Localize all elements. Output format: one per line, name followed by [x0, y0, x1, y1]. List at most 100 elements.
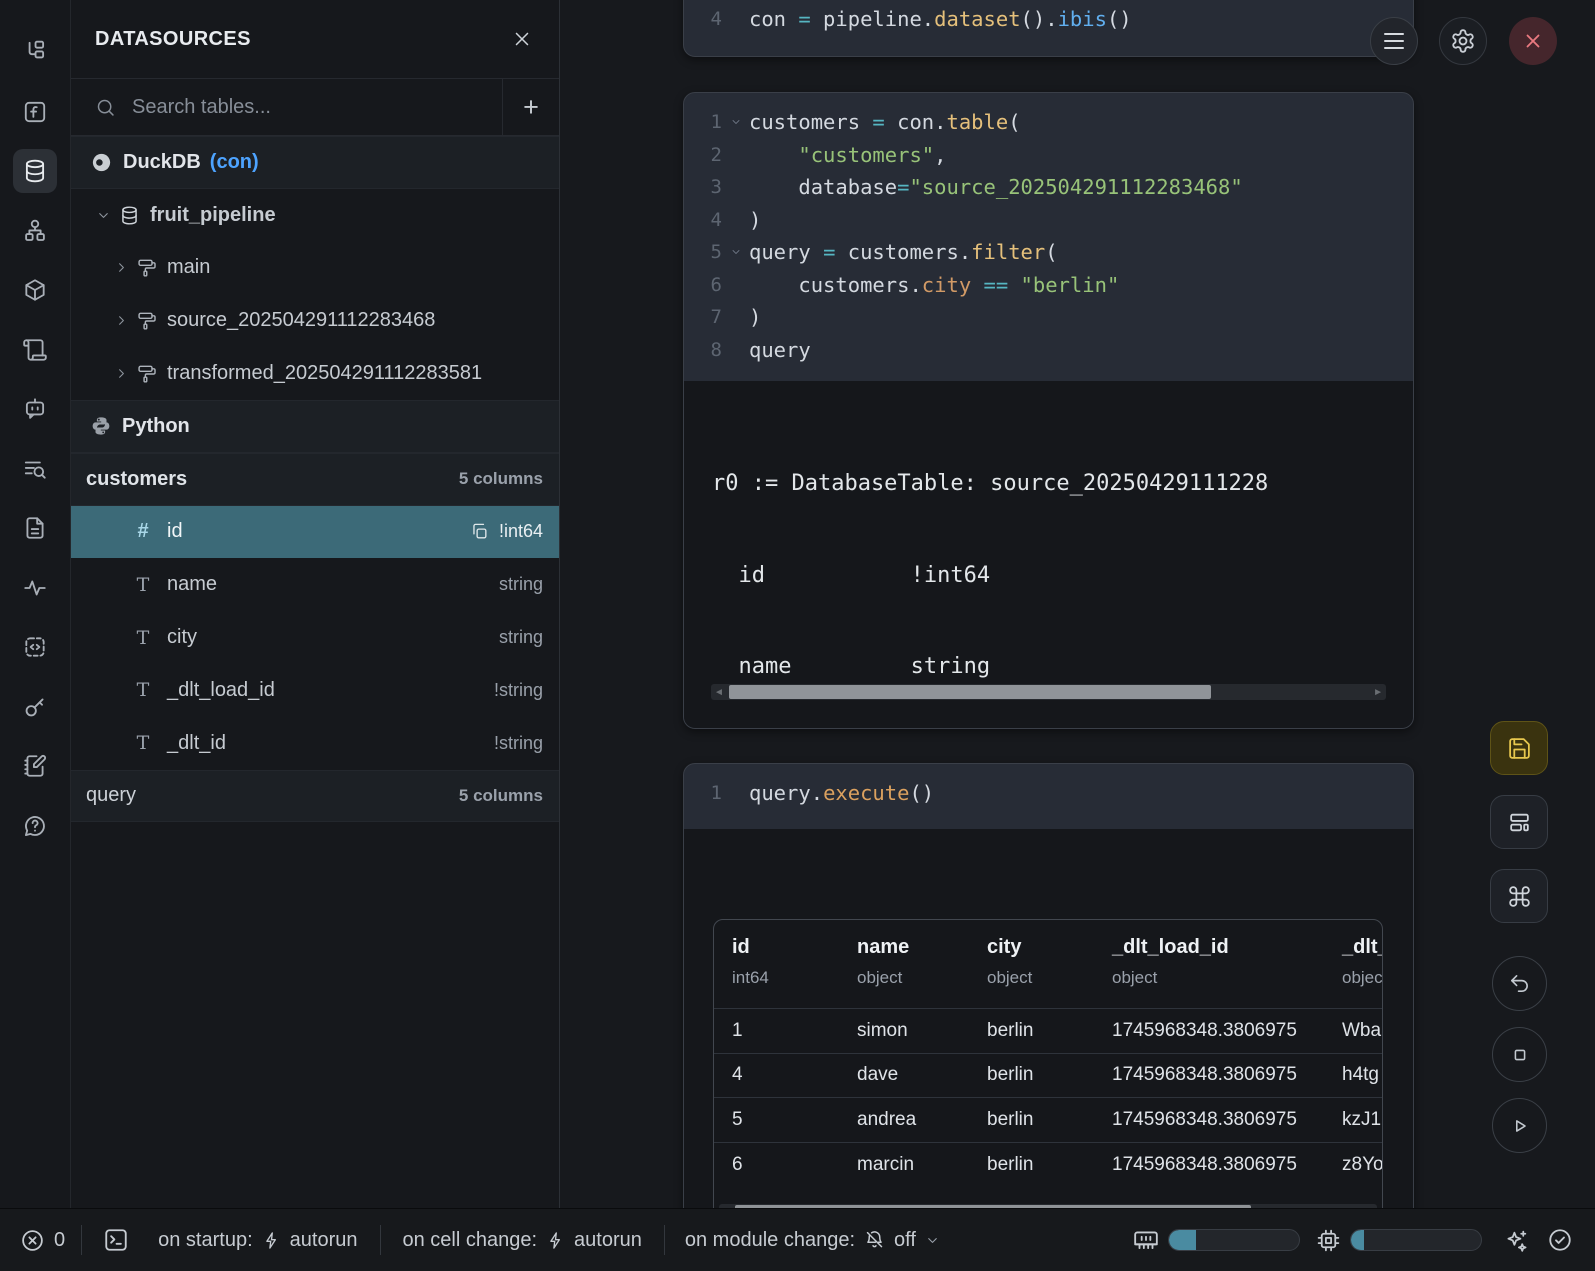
table-row[interactable]: 4daveberlin1745968348.3806975h4tg	[714, 1053, 1382, 1098]
table-row[interactable]: 1simonberlin1745968348.3806975Wba	[714, 1008, 1382, 1053]
notebook-canvas: 3 pipeline = dlt.attach("fruit_pipeline"…	[560, 0, 1595, 1208]
column-row-name[interactable]: T name string	[71, 558, 559, 611]
text-type-icon: T	[133, 732, 153, 754]
horizontal-scrollbar[interactable]: ◄ ►	[711, 684, 1386, 700]
error-counter[interactable]: 0	[20, 1228, 65, 1253]
python-section-row[interactable]: Python	[71, 400, 559, 453]
cpu-meter-fill	[1351, 1230, 1364, 1250]
on-module-change-setting[interactable]: on module change: off	[685, 1229, 940, 1252]
column-header[interactable]: _dlt_load_id	[1112, 936, 1229, 959]
memory-icon	[1133, 1227, 1159, 1253]
panel-close-icon[interactable]	[511, 28, 533, 50]
terminal-button[interactable]	[103, 1227, 129, 1253]
command-icon	[1507, 884, 1532, 909]
connection-status-button[interactable]	[1547, 1227, 1573, 1253]
settings-button[interactable]	[1439, 17, 1487, 65]
copy-icon[interactable]	[470, 522, 489, 541]
scroll-icon[interactable]	[13, 328, 57, 372]
fold-chevron-icon[interactable]	[722, 116, 749, 128]
connection-engine: DuckDB	[123, 151, 201, 174]
python-section-label: Python	[122, 415, 190, 438]
ai-chat-icon[interactable]	[13, 387, 57, 431]
lightning-icon	[546, 1231, 565, 1250]
panel-header: DATASOURCES	[71, 0, 559, 79]
column-count-badge: 5 columns	[459, 469, 543, 489]
help-icon[interactable]	[13, 804, 57, 848]
search-icon	[95, 97, 116, 118]
run-button[interactable]	[1492, 1098, 1547, 1153]
schema-icon	[137, 364, 157, 384]
fold-chevron-icon[interactable]	[722, 246, 749, 258]
panel-title: DATASOURCES	[95, 28, 251, 51]
code-cell-3[interactable]: 1 query.execute() id int64 name object c…	[683, 763, 1414, 1208]
activity-icon[interactable]	[13, 566, 57, 610]
column-header[interactable]: city	[987, 936, 1021, 959]
text-type-icon: T	[133, 574, 153, 596]
key-icon[interactable]	[13, 685, 57, 729]
tree-item-database[interactable]: fruit_pipeline	[71, 189, 559, 242]
undo-button[interactable]	[1492, 956, 1547, 1011]
table-row[interactable]: 5andreaberlin1745968348.3806975kzJ1	[714, 1097, 1382, 1142]
search-input[interactable]	[130, 95, 502, 120]
cpu-usage[interactable]	[1316, 1228, 1482, 1253]
tree-item-schema[interactable]: main	[71, 242, 559, 295]
on-startup-value: autorun	[290, 1229, 358, 1252]
notebook-menu-button[interactable]	[1370, 17, 1418, 65]
snippets-icon[interactable]	[13, 506, 57, 550]
scroll-left-arrow-icon[interactable]: ◄	[714, 684, 724, 700]
workflow-icon[interactable]	[13, 209, 57, 253]
add-datasource-button[interactable]: +	[502, 79, 559, 135]
column-dtype: object	[1112, 968, 1157, 988]
memory-usage[interactable]	[1133, 1227, 1300, 1253]
scrollbar-thumb[interactable]	[729, 685, 1211, 699]
command-palette-button[interactable]	[1490, 869, 1548, 923]
on-cell-change-setting[interactable]: on cell change: autorun	[402, 1229, 641, 1252]
cell-output-expression: r0 := DatabaseTable: source_202504291112…	[684, 381, 1413, 728]
database-icon[interactable]	[13, 149, 57, 193]
column-dtype: object	[1342, 968, 1383, 988]
column-header[interactable]: _dlt_id	[1342, 936, 1383, 959]
column-row-city[interactable]: T city string	[71, 611, 559, 664]
table-row[interactable]: 6marcinberlin1745968348.3806975z8Yo	[714, 1142, 1382, 1187]
on-startup-setting[interactable]: on startup: autorun	[158, 1229, 357, 1252]
code-cell-1[interactable]: 3 pipeline = dlt.attach("fruit_pipeline"…	[683, 0, 1414, 57]
connection-row[interactable]: DuckDB (con)	[71, 136, 559, 189]
table-name: query	[86, 784, 136, 807]
on-startup-label: on startup:	[158, 1229, 253, 1252]
table-customers-row[interactable]: customers 5 columns	[71, 453, 559, 506]
on-cell-change-value: autorun	[574, 1229, 642, 1252]
function-square-icon[interactable]	[13, 90, 57, 134]
code-line: 8 query	[684, 334, 1413, 367]
scroll-right-arrow-icon[interactable]: ►	[1373, 684, 1383, 700]
column-row-dlt-id[interactable]: T _dlt_id !string	[71, 717, 559, 770]
logs-search-icon[interactable]	[13, 447, 57, 491]
layout-toggle-button[interactable]	[1490, 795, 1548, 849]
text-type-icon: T	[133, 627, 153, 649]
cpu-meter	[1350, 1229, 1482, 1251]
ai-assistant-button[interactable]	[1504, 1228, 1529, 1253]
tree-item-schema[interactable]: source_202504291112283468	[71, 294, 559, 347]
column-header[interactable]: name	[857, 936, 909, 959]
shutdown-button[interactable]	[1509, 17, 1557, 65]
package-icon[interactable]	[13, 268, 57, 312]
scratchpad-icon[interactable]	[13, 744, 57, 788]
column-dtype: int64	[732, 968, 769, 988]
chevron-right-icon	[111, 313, 131, 328]
code-line: 2 "customers",	[684, 139, 1413, 172]
column-type: !string	[494, 680, 543, 701]
table-query-row[interactable]: query 5 columns	[71, 770, 559, 823]
column-row-id[interactable]: # id !int64	[71, 506, 559, 559]
column-row-dlt-load-id[interactable]: T _dlt_load_id !string	[71, 664, 559, 717]
file-tree-icon[interactable]	[13, 30, 57, 74]
stop-button[interactable]	[1492, 1027, 1547, 1082]
code-square-icon[interactable]	[13, 625, 57, 669]
database-name: fruit_pipeline	[150, 204, 276, 227]
tree-item-schema[interactable]: transformed_202504291112283581	[71, 347, 559, 400]
chevron-right-icon	[111, 366, 131, 381]
errors-icon	[20, 1228, 45, 1253]
column-header[interactable]: id	[732, 936, 750, 959]
column-dtype: object	[857, 968, 902, 988]
undo-icon	[1508, 972, 1531, 995]
code-cell-2[interactable]: 1 customers = con.table( 2 "customers", …	[683, 92, 1414, 729]
save-button[interactable]	[1490, 721, 1548, 775]
